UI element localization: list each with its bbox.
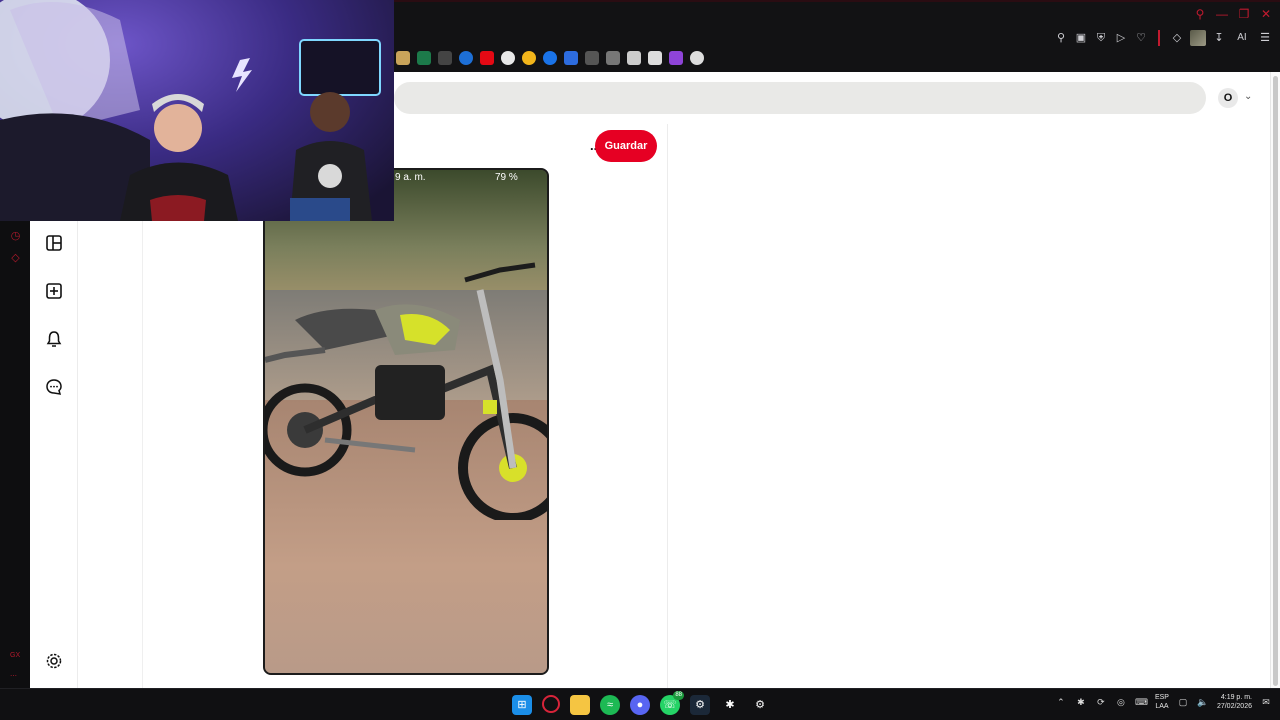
file-explorer-icon[interactable] — [570, 695, 590, 715]
keyboard-icon[interactable]: ⌨ — [1135, 696, 1148, 708]
create-icon[interactable] — [45, 282, 63, 300]
window-controls: ⚲ — ❐ ✕ — [1194, 8, 1272, 20]
minimize-icon[interactable]: — — [1216, 8, 1228, 20]
steam-icon[interactable]: ⚙ — [690, 695, 710, 715]
photo-status-battery: 79 % — [495, 172, 518, 183]
volume-icon[interactable]: 🔈 — [1197, 696, 1209, 708]
search-input[interactable] — [394, 82, 1206, 114]
bookmarks-bar — [396, 51, 704, 65]
windows-start-icon[interactable]: ⊞ — [512, 695, 532, 715]
bookmark-camera-icon[interactable] — [396, 51, 410, 65]
search-icon[interactable]: ⚲ — [1194, 8, 1206, 20]
scrollbar-thumb[interactable] — [1273, 76, 1278, 686]
language-top: ESP — [1154, 694, 1169, 701]
spotify-icon[interactable]: ≈ — [600, 695, 620, 715]
windows-taskbar: ⊞ ≈ ● ☏ 88 ⚙ ✱ ⚙ ⌃ ✱ ⟳ ◎ ⌨ ESP LAA ▢ 🔈 4:… — [0, 688, 1280, 720]
screen: ⚲ — ❐ ✕ ⚲ ▣ ⛨ ▷ ♡ ◇ ↧ AI ☰ ◷ ◇ GX ⋯ O ⌄ … — [0, 0, 1280, 720]
language-indicator[interactable]: ESP LAA — [1155, 693, 1169, 711]
notifications-bell-icon[interactable] — [45, 330, 63, 348]
notifications-icon[interactable]: ✉ — [1260, 696, 1272, 708]
steelseries-icon[interactable]: ✱ — [720, 695, 740, 715]
bookmark-play-icon[interactable] — [564, 51, 578, 65]
whatsapp-icon[interactable]: ☏ 88 — [660, 691, 684, 715]
extensions-icon[interactable]: ◇ — [1170, 31, 1184, 45]
system-tray: ⌃ ✱ ⟳ ◎ ⌨ ESP LAA ▢ 🔈 4:19 p. m. 27/02/2… — [1055, 693, 1272, 711]
left-navigation — [30, 220, 78, 688]
restore-icon[interactable]: ❐ — [1238, 8, 1250, 20]
page-scrollbar[interactable] — [1270, 72, 1280, 688]
bookmark-page-icon[interactable] — [606, 51, 620, 65]
profile-thumbnail[interactable] — [1190, 30, 1206, 46]
bookmark-edge-icon[interactable] — [459, 51, 473, 65]
bookmark-news-icon[interactable] — [627, 51, 641, 65]
bookmark-doc-icon[interactable] — [648, 51, 662, 65]
column-divider — [142, 220, 143, 688]
pin-icon[interactable]: ⚲ — [1054, 31, 1068, 45]
close-icon[interactable]: ✕ — [1260, 8, 1272, 20]
bookmark-circle-icon[interactable] — [522, 51, 536, 65]
heart-icon[interactable]: ♡ — [1134, 31, 1148, 45]
network-icon[interactable]: ▢ — [1177, 696, 1189, 708]
tray-app-icon[interactable]: ✱ — [1075, 696, 1087, 708]
bookmark-gear-icon[interactable] — [438, 51, 452, 65]
webcam-overlay — [0, 0, 394, 221]
bookmark-link-icon[interactable] — [585, 51, 599, 65]
avatar[interactable]: O — [1218, 88, 1238, 108]
messages-icon[interactable] — [45, 378, 63, 396]
play-icon[interactable]: ▷ — [1114, 31, 1128, 45]
motorcycle-illustration — [265, 262, 547, 520]
bookmark-blue-icon[interactable] — [543, 51, 557, 65]
boards-icon[interactable] — [45, 234, 63, 252]
clock-date: 27/02/2026 — [1216, 703, 1252, 710]
browser-toolbar: ⚲ ▣ ⛨ ▷ ♡ ◇ ↧ AI ☰ — [1054, 30, 1272, 46]
webcam-scene — [0, 0, 381, 221]
photo-status-time: 9 a. m. — [395, 172, 426, 183]
bookmark-netflix-icon[interactable] — [480, 51, 494, 65]
bookmark-google-icon[interactable] — [501, 51, 515, 65]
snapshot-icon[interactable]: ▣ — [1074, 31, 1088, 45]
ai-button[interactable]: AI — [1232, 31, 1252, 45]
save-button[interactable]: Guardar — [595, 130, 657, 162]
more-rail-icon[interactable]: ⋯ — [10, 672, 17, 680]
chevron-up-icon[interactable]: ⌃ — [1055, 696, 1067, 708]
tray-sync-icon[interactable]: ⟳ — [1095, 696, 1107, 708]
whatsapp-badge: 88 — [673, 691, 684, 700]
pin-image[interactable]: 9 a. m. 79 % — [263, 168, 549, 675]
extensions-rail-icon[interactable]: ◇ — [9, 252, 22, 265]
browser-side-rail: ◷ ◇ GX ⋯ — [0, 220, 30, 690]
opera-gx-icon[interactable] — [542, 695, 560, 713]
shield-icon[interactable]: ⛨ — [1094, 31, 1108, 45]
chevron-down-icon[interactable]: ⌄ — [1244, 88, 1258, 106]
toolbar-separator — [1158, 30, 1160, 46]
taskbar-apps: ⊞ ≈ ● ☏ 88 ⚙ ✱ ⚙ — [512, 691, 770, 715]
bookmark-anchor-icon[interactable] — [690, 51, 704, 65]
discord-icon[interactable]: ● — [630, 695, 650, 715]
download-icon[interactable]: ↧ — [1212, 31, 1226, 45]
settings-gear-icon[interactable] — [45, 652, 63, 670]
gx-logo-icon: GX — [10, 652, 21, 659]
settings-app-icon[interactable]: ⚙ — [750, 695, 770, 715]
language-bottom: LAA — [1155, 703, 1169, 710]
bookmark-purple-icon[interactable] — [669, 51, 683, 65]
history-icon[interactable]: ◷ — [9, 230, 22, 243]
menu-icon[interactable]: ☰ — [1258, 31, 1272, 45]
bookmark-green-icon[interactable] — [417, 51, 431, 65]
clock-time: 4:19 p. m. — [1220, 694, 1252, 701]
microphone-icon[interactable]: ◎ — [1115, 696, 1127, 708]
clock[interactable]: 4:19 p. m. 27/02/2026 — [1217, 693, 1252, 711]
